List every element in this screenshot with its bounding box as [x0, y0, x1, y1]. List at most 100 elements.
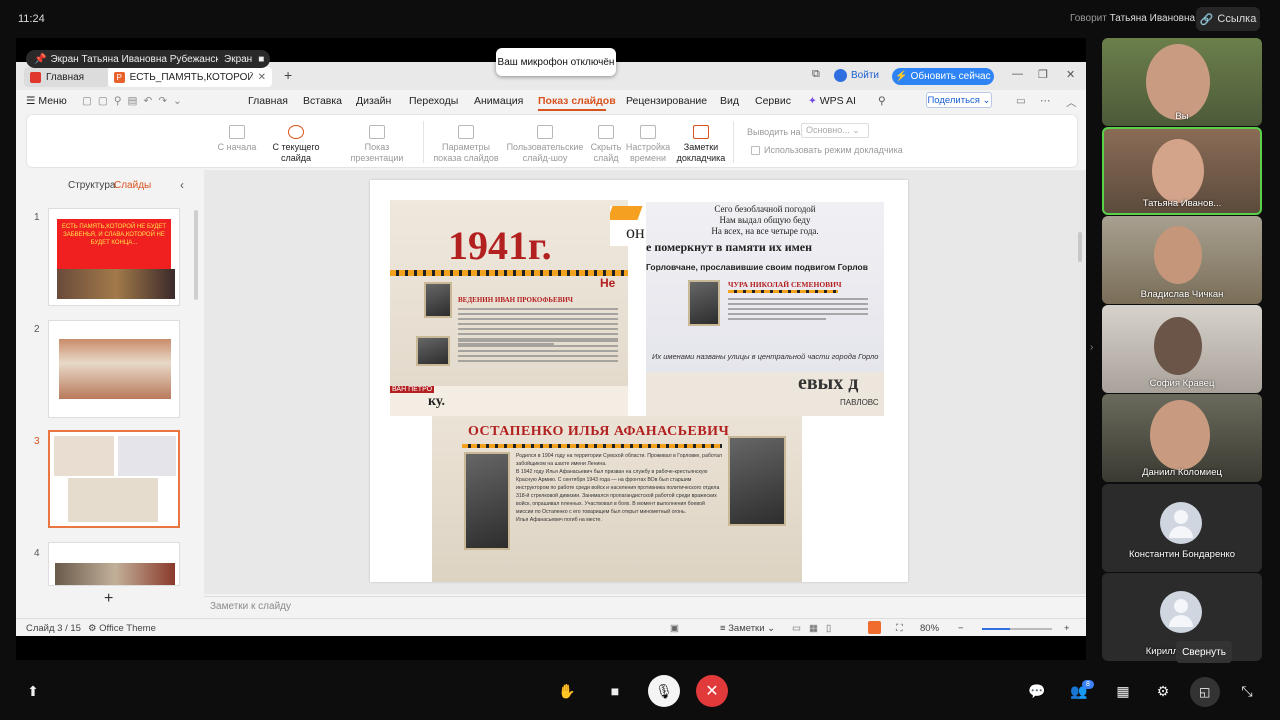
copy-link-button[interactable]: 🔗 Ссылка — [1196, 7, 1260, 31]
hamburger-label: Меню — [38, 95, 67, 107]
show-presentation-button[interactable]: Показ презентации — [337, 125, 417, 164]
participant-tile[interactable]: София Кравец — [1102, 305, 1262, 393]
theme-indicator[interactable]: ⚙ Office Theme — [88, 623, 156, 634]
slide-thumbnail-4[interactable] — [48, 542, 180, 586]
collapse-button[interactable]: ◱ — [1190, 677, 1220, 707]
user-icon — [834, 69, 847, 82]
text-fragment: ку. — [428, 394, 445, 409]
chat-icon[interactable]: 💬 — [1026, 680, 1048, 702]
params-icon — [458, 125, 474, 139]
end-call-button[interactable]: ✕ — [696, 675, 728, 707]
collapse-ribbon-icon[interactable]: ︿ — [1066, 95, 1077, 110]
mic-muted-button[interactable]: 🎙 — [648, 675, 680, 707]
minimize-icon[interactable]: — — [1012, 68, 1023, 80]
timing-button[interactable]: Настройка времени — [625, 125, 671, 164]
search-icon[interactable]: ⚲ — [878, 95, 886, 107]
camera-icon[interactable]: ■ — [604, 680, 626, 702]
panel-scrollbar[interactable] — [194, 210, 198, 300]
presenter-label: Экран Татьяна Ивановна Рубежанская — [50, 53, 231, 65]
slideshow-params-button[interactable]: Параметры показа слайдов — [431, 125, 501, 164]
mic-off-icon: 🎙 — [655, 682, 673, 699]
zoom-value[interactable]: 80% — [920, 623, 939, 634]
hamburger-menu[interactable]: ☰ Меню — [26, 95, 67, 107]
raise-hand-icon[interactable]: ✋ — [556, 680, 578, 702]
photo-1941: 1941г. ВЕДЕНИН ИВАН ПРОКОФЬЕВИЧ ВАН ПЕТР… — [390, 200, 628, 416]
notes-toggle[interactable]: ≡ Заметки ⌄ — [720, 623, 775, 634]
window-mode-icon[interactable]: ⧉ — [812, 68, 820, 81]
custom-label-2: слайд-шоу — [522, 153, 568, 163]
tab-document-label: ЕСТЬ_ПАМЯТЬ,КОТОРОЙ_НЕ_ — [129, 71, 253, 83]
speaking-indicator: Говорит Татьяна Ивановна Р. — [1070, 13, 1205, 24]
custom-show-icon — [537, 125, 553, 139]
share-screen-icon[interactable]: ⬆ — [22, 680, 44, 702]
menu-transitions[interactable]: Переходы — [409, 95, 458, 107]
menu-animation[interactable]: Анимация — [474, 95, 523, 107]
share-document-button[interactable]: Поделиться ⌄ — [926, 92, 992, 108]
menu-home[interactable]: Главная — [248, 95, 288, 107]
current-slide[interactable]: 1941г. ВЕДЕНИН ИВАН ПРОКОФЬЕВИЧ ВАН ПЕТР… — [370, 180, 908, 582]
chevron-right-icon[interactable]: › — [1090, 342, 1093, 353]
participant-tile-self[interactable]: Вы — [1102, 38, 1262, 126]
comment-icon[interactable]: ▭ — [1016, 95, 1026, 107]
poem: Сего безоблачной погодой Нам выдал общую… — [646, 204, 884, 237]
tab-document[interactable]: P ЕСТЬ_ПАМЯТЬ,КОТОРОЙ_НЕ_ ✕ — [108, 67, 272, 87]
custom-label-1: Пользовательские — [506, 142, 584, 152]
menu-slideshow[interactable]: Показ слайдов — [538, 95, 616, 107]
close-window-icon[interactable]: ✕ — [1066, 68, 1075, 81]
canvas-scrollbar[interactable] — [1078, 232, 1082, 262]
menu-tools[interactable]: Сервис — [755, 95, 791, 107]
zoom-slider-fill — [982, 628, 1010, 630]
participant-tile-speaker[interactable]: Татьяна Иванов... — [1102, 127, 1262, 215]
presenter-mode-label: Использовать режим докладчика — [764, 145, 903, 155]
screen-chip[interactable]: Экран ■ — [218, 50, 271, 68]
zoom-in-icon[interactable]: + — [1064, 623, 1070, 634]
tab-structure[interactable]: Структура — [68, 180, 115, 191]
menu-insert[interactable]: Вставка — [303, 95, 342, 107]
hide-slide-button[interactable]: Скрыть слайд — [589, 125, 623, 164]
notes-toggle-icon[interactable]: ▣ — [670, 623, 679, 634]
show-presentation-label: Показ презентации — [350, 142, 404, 163]
presentation-icon — [369, 125, 385, 139]
more-icon[interactable]: ⋯ — [1040, 95, 1051, 107]
from-current-button[interactable]: С текущего слайда — [259, 125, 333, 164]
add-slide-button[interactable]: + — [104, 590, 113, 608]
text-fragment-ne: Не — [600, 276, 616, 290]
menu-review[interactable]: Рецензирование — [626, 95, 707, 107]
from-start-button[interactable]: С начала — [217, 125, 257, 153]
participant-tile[interactable]: Владислав Чичкан — [1102, 216, 1262, 304]
play-slideshow-button[interactable] — [868, 621, 881, 634]
participant-tile[interactable]: Константин Бондаренко — [1102, 484, 1262, 572]
menu-wps-ai[interactable]: ✦ WPS AI — [808, 95, 856, 107]
collapse-panel-icon[interactable]: ‹ — [180, 178, 184, 192]
settings-gear-icon[interactable]: ⚙ — [1152, 680, 1174, 702]
slide-thumbnail-3[interactable] — [48, 430, 180, 528]
tab-slides[interactable]: Слайды — [114, 180, 151, 191]
notes-pane[interactable]: Заметки к слайду — [204, 596, 1086, 616]
quick-access-icons[interactable]: ▢▢⚲▤↶↷⌄ — [82, 95, 188, 107]
menu-design[interactable]: Дизайн — [356, 95, 391, 107]
tab-home[interactable]: Главная — [24, 67, 108, 87]
close-tab-icon[interactable]: ✕ — [258, 72, 266, 83]
custom-slideshow-button[interactable]: Пользовательские слайд-шоу — [505, 125, 585, 164]
output-select[interactable]: Основно... ⌄ — [801, 123, 869, 138]
new-tab-button[interactable]: + — [284, 67, 292, 83]
update-now-button[interactable]: ⚡ Обновить сейчас — [892, 68, 994, 85]
view-mode-icons[interactable]: ▭▦▯ — [792, 623, 839, 634]
participant-video — [1154, 317, 1202, 375]
menu-view[interactable]: Вид — [720, 95, 739, 107]
presenter-mode-checkbox[interactable]: Использовать режим докладчика — [751, 145, 903, 155]
login-button[interactable]: Войти — [834, 69, 879, 82]
text-fragment-evykh: евых д — [798, 372, 859, 394]
exit-fullscreen-icon[interactable]: ⤡ — [1236, 680, 1258, 702]
zoom-out-icon[interactable]: − — [958, 623, 964, 634]
slide-thumbnail-2[interactable] — [48, 320, 180, 418]
ribbon-divider — [423, 121, 424, 163]
participant-tile[interactable]: Даниил Коломиец — [1102, 394, 1262, 482]
status-bar: Слайд 3 / 15 ⚙ Office Theme ▣ ≡ Заметки … — [16, 618, 1086, 636]
grid-layout-icon[interactable]: ▦ — [1112, 680, 1134, 702]
speaker-notes-button[interactable]: Заметки докладчика — [675, 125, 727, 164]
restore-icon[interactable]: ❐ — [1038, 68, 1048, 81]
fit-window-icon[interactable]: ⛶ — [896, 623, 903, 634]
share-document-label: Поделиться — [927, 94, 980, 106]
slide-thumbnail-1[interactable]: ЕСТЬ ПАМЯТЬ,КОТОРОЙ НЕ БУДЕТ ЗАБВЕНЬЯ, И… — [48, 208, 180, 306]
